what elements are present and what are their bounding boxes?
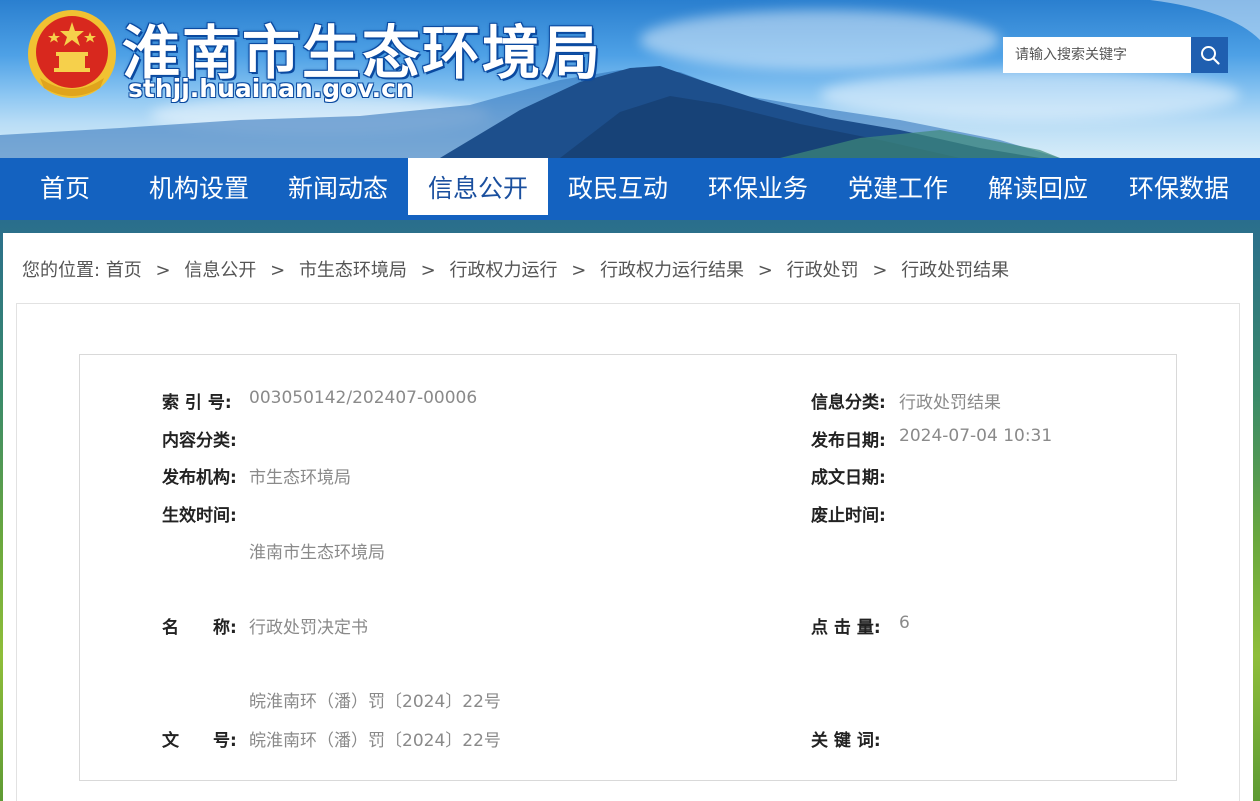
click-count-label: 点 击 量: (811, 618, 881, 638)
nav-item-news[interactable]: 新闻动态 (268, 158, 408, 215)
click-count-value: 6 (899, 613, 910, 633)
nav-item-data[interactable]: 环保数据 (1108, 158, 1250, 215)
document-name-value: 行政处罚决定书 (249, 618, 368, 638)
document-number-extra: 皖淮南环（潘）罚〔2024〕22号 (249, 692, 501, 712)
nav-item-business[interactable]: 环保业务 (688, 158, 828, 215)
keywords-label: 关 键 词: (811, 731, 881, 751)
breadcrumb-item-info-disclosure[interactable]: 信息公开 (184, 260, 256, 281)
abolish-date-label: 废止时间: (811, 506, 886, 526)
nav-item-interpretation[interactable]: 解读回应 (968, 158, 1108, 215)
document-name-label: 名 称: (162, 618, 237, 638)
publish-date-value: 2024-07-04 10:31 (899, 426, 1053, 446)
search-icon (1200, 46, 1220, 65)
breadcrumb-item-admin-power[interactable]: 行政权力运行 (450, 260, 558, 281)
nav-item-info-disclosure[interactable]: 信息公开 (408, 158, 548, 215)
breadcrumb-item-admin-power-results[interactable]: 行政权力运行结果 (600, 260, 744, 281)
info-category-label: 信息分类: (811, 393, 886, 413)
document-date-label: 成文日期: (811, 468, 886, 488)
search-button[interactable] (1191, 37, 1228, 73)
header-banner: 淮南市生态环境局 sthjj.huainan.gov.cn (0, 0, 1260, 158)
breadcrumb-separator: > (872, 260, 888, 281)
site-domain: sthjj.huainan.gov.cn (128, 74, 414, 103)
publisher-label: 发布机构: (162, 468, 237, 488)
breadcrumb-prefix: 您的位置: (22, 260, 101, 281)
effective-date-label: 生效时间: (162, 506, 237, 526)
nav-item-party[interactable]: 党建工作 (828, 158, 968, 215)
index-number-value: 003050142/202407-00006 (249, 388, 478, 408)
breadcrumb: 您的位置: 首页 > 信息公开 > 市生态环境局 > 行政权力运行 > 行政权力… (22, 256, 1009, 282)
nav-item-home[interactable]: 首页 (0, 158, 130, 215)
publish-date-label: 发布日期: (811, 431, 886, 451)
breadcrumb-item-bureau[interactable]: 市生态环境局 (299, 260, 407, 281)
content-type-label: 内容分类: (162, 431, 237, 451)
document-number-label: 文 号: (162, 731, 237, 751)
breadcrumb-separator: > (420, 260, 436, 281)
organization-value: 淮南市生态环境局 (249, 543, 385, 563)
document-info-table: 索 引 号: 003050142/202407-00006 信息分类: 行政处罚… (79, 354, 1177, 781)
nav-item-organization[interactable]: 机构设置 (130, 158, 268, 215)
document-number-value: 皖淮南环（潘）罚〔2024〕22号 (249, 731, 501, 751)
index-number-label: 索 引 号: (162, 393, 232, 413)
breadcrumb-item-penalty-results[interactable]: 行政处罚结果 (901, 260, 1009, 281)
breadcrumb-item-home[interactable]: 首页 (106, 260, 142, 281)
main-nav: 首页 机构设置 新闻动态 信息公开 政民互动 环保业务 党建工作 解读回应 环保… (0, 158, 1260, 220)
breadcrumb-separator: > (571, 260, 587, 281)
breadcrumb-separator: > (270, 260, 286, 281)
breadcrumb-item-penalty[interactable]: 行政处罚 (787, 260, 859, 281)
info-category-value: 行政处罚结果 (899, 393, 1001, 413)
publisher-value: 市生态环境局 (249, 468, 351, 488)
nav-item-interaction[interactable]: 政民互动 (548, 158, 688, 215)
breadcrumb-separator: > (757, 260, 773, 281)
search-input[interactable] (1003, 37, 1191, 73)
breadcrumb-separator: > (155, 260, 171, 281)
national-emblem-icon (26, 8, 118, 100)
